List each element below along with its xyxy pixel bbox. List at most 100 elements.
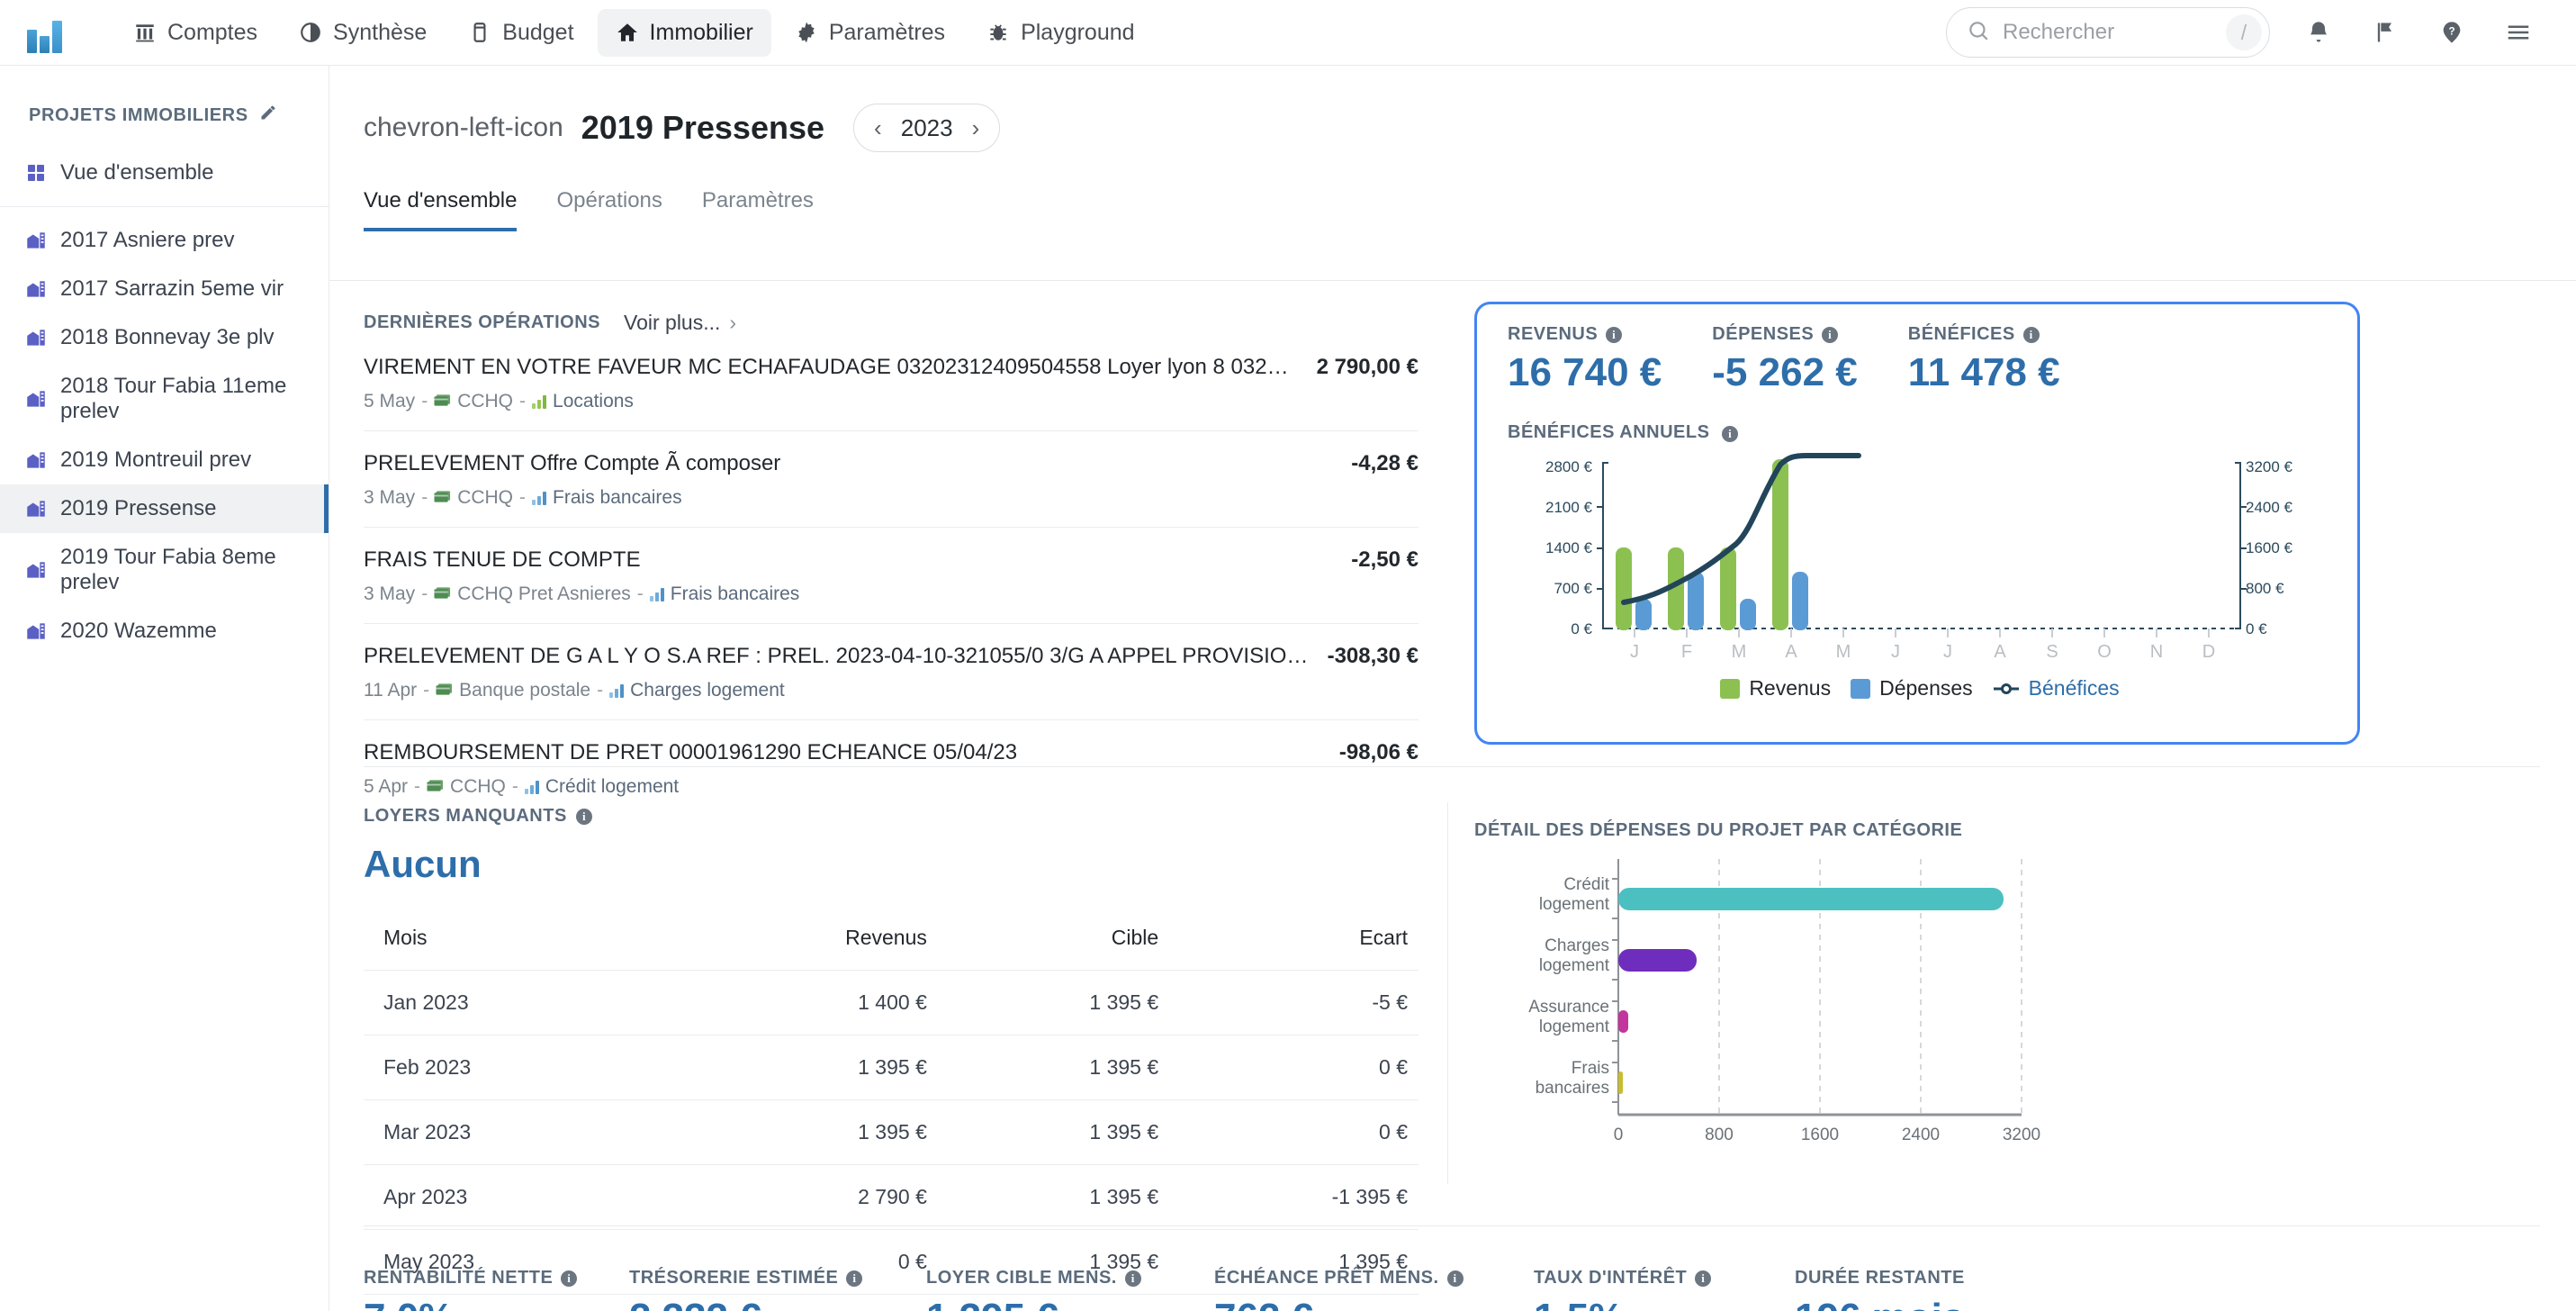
nav-item-budget[interactable]: Budget: [450, 9, 591, 57]
sidebar-item-label: 2017 Asniere prev: [60, 228, 234, 253]
tab-parametres[interactable]: Paramètres: [702, 188, 814, 231]
missing-rents-header: LOYERS MANQUANTS i: [364, 806, 1419, 827]
svg-text:logement: logement: [1539, 895, 1610, 914]
bar-credit-logement: [1618, 888, 2004, 910]
building-icon: [23, 448, 48, 473]
legend-item-benefices[interactable]: Bénéfices: [1993, 676, 2120, 701]
chevron-left-icon[interactable]: chevron-left-icon: [364, 114, 563, 141]
year-next-button[interactable]: ›: [972, 114, 980, 142]
kpi-tresorerie-estimee: TRÉSORERIE ESTIMÉE i 2 333 €: [629, 1268, 926, 1311]
sidebar-item-2018-bonnevay-3e-plv[interactable]: 2018 Bonnevay 3e plv: [0, 313, 329, 362]
meta-dash: -: [512, 776, 518, 798]
svg-text:700 €: 700 €: [1554, 580, 1592, 597]
bar-assurance-logement: [1618, 1010, 1628, 1033]
sidebar-item-label: 2018 Bonnevay 3e plv: [60, 325, 275, 350]
nav-item-playground[interactable]: Playground: [968, 9, 1152, 57]
operation-row[interactable]: REMBOURSEMENT DE PRET 00001961290 ECHEAN…: [364, 720, 1419, 816]
operation-row[interactable]: FRAIS TENUE DE COMPTE -2,50 € 3 May - CC…: [364, 528, 1419, 624]
svg-text:Crédit: Crédit: [1563, 875, 1609, 894]
operation-top: FRAIS TENUE DE COMPTE -2,50 €: [364, 547, 1419, 573]
category-bars-icon: [609, 684, 624, 698]
sidebar-item-label: 2019 Montreuil prev: [60, 448, 251, 473]
sidebar-item-2017-asniere-prev[interactable]: 2017 Asniere prev: [0, 216, 329, 265]
operation-row[interactable]: PRELEVEMENT Offre Compte Ã composer -4,2…: [364, 431, 1419, 528]
annual-benefits-chart: 2800 € 2100 € 1400 € 700 € 0 € 3200 € 24…: [1477, 443, 2363, 713]
info-icon[interactable]: i: [1125, 1270, 1141, 1287]
info-icon[interactable]: i: [576, 809, 592, 825]
sidebar-item-2019-montreuil-prev[interactable]: 2019 Montreuil prev: [0, 436, 329, 484]
info-icon[interactable]: i: [2023, 327, 2040, 343]
operation-account: CCHQ: [457, 391, 513, 412]
gear-icon: [795, 21, 818, 44]
info-icon[interactable]: i: [1447, 1270, 1464, 1287]
app-logo[interactable]: [27, 12, 68, 53]
operation-category: Charges logement: [630, 680, 785, 701]
legend-item-revenus[interactable]: Revenus: [1720, 676, 1831, 701]
sidebar-item-2020-wazemme[interactable]: 2020 Wazemme: [0, 607, 329, 656]
svg-text:J: J: [1891, 642, 1900, 662]
year-prev-button[interactable]: ‹: [874, 114, 882, 142]
svg-text:A: A: [1994, 642, 2006, 662]
meta-dash: -: [637, 583, 644, 605]
stat-label: DÉPENSES i: [1712, 324, 1857, 345]
sidebar-item-2019-pressense[interactable]: 2019 Pressense: [0, 484, 329, 533]
nav-item-parametres[interactable]: Paramètres: [777, 9, 963, 57]
building-icon: [23, 387, 48, 411]
cell-revenus: 1 395 €: [674, 1100, 938, 1165]
kpi-label-text: RENTABILITÉ NETTE: [364, 1268, 553, 1288]
pencil-icon[interactable]: [259, 104, 277, 127]
section-label: LOYERS MANQUANTS: [364, 806, 567, 827]
see-more-label: Voir plus...: [624, 311, 720, 334]
svg-text:800 €: 800 €: [2246, 580, 2284, 597]
annual-chart-legend: Revenus Dépenses Bénéfices: [1477, 676, 2363, 701]
legend-label: Revenus: [1749, 676, 1831, 701]
operation-row[interactable]: VIREMENT EN VOTRE FAVEUR MC ECHAFAUDAGE …: [364, 335, 1419, 431]
info-icon[interactable]: i: [1606, 327, 1622, 343]
sidebar-item-2018-tour-fabia-11eme-prelev[interactable]: 2018 Tour Fabia 11eme prelev: [0, 362, 329, 436]
info-icon[interactable]: i: [1695, 1270, 1711, 1287]
svg-text:3200 €: 3200 €: [2246, 458, 2293, 475]
tab-operations[interactable]: Opérations: [556, 188, 662, 231]
cell-ecart: 0 €: [1169, 1100, 1419, 1165]
info-icon[interactable]: i: [1822, 327, 1838, 343]
svg-text:800: 800: [1705, 1126, 1734, 1144]
page-title: 2019 Pressense: [581, 109, 824, 147]
nav-item-immobilier[interactable]: Immobilier: [598, 9, 771, 57]
svg-text:1600: 1600: [1801, 1126, 1839, 1144]
sidebar-item-vue-densemble[interactable]: Vue d'ensemble: [0, 149, 329, 197]
sidebar-item-2017-sarrazin-5eme-vir[interactable]: 2017 Sarrazin 5eme vir: [0, 265, 329, 313]
operation-account: Banque postale: [459, 680, 590, 701]
operation-meta: 5 Apr - CCHQ - Crédit logement: [364, 776, 1419, 798]
search-input[interactable]: Rechercher /: [1946, 7, 2270, 58]
info-icon[interactable]: i: [846, 1270, 862, 1287]
operation-label: PRELEVEMENT DE G A L Y O S.A REF : PREL.…: [364, 644, 1311, 669]
legend-line-marker-icon: [1993, 676, 2020, 701]
cell-ecart: -5 €: [1169, 971, 1419, 1035]
search-shortcut-badge: /: [2226, 14, 2262, 50]
info-icon[interactable]: i: [1722, 426, 1738, 442]
menu-icon[interactable]: [2500, 14, 2536, 50]
operation-amount: -98,06 €: [1339, 740, 1419, 765]
svg-text:2800 €: 2800 €: [1545, 458, 1593, 475]
svg-text:Assurance: Assurance: [1528, 998, 1609, 1017]
flag-icon[interactable]: [2367, 14, 2403, 50]
summary-card: REVENUS i 16 740 € DÉPENSES i -5 262 € B…: [1474, 302, 2360, 745]
svg-text:logement: logement: [1539, 1017, 1610, 1036]
help-icon[interactable]: ?: [2434, 14, 2470, 50]
info-icon[interactable]: i: [561, 1270, 577, 1287]
svg-text:?: ?: [2448, 25, 2454, 37]
legend-item-depenses[interactable]: Dépenses: [1851, 676, 1973, 701]
nav-item-synthese[interactable]: Synthèse: [281, 9, 445, 57]
sidebar-item-label: 2019 Pressense: [60, 496, 216, 521]
x-tick-labels: 08001600 24003200: [1614, 1126, 2040, 1144]
category-expenses-section: DÉTAIL DES DÉPENSES DU PROJET PAR CATÉGO…: [1474, 820, 2360, 1179]
see-more-link[interactable]: Voir plus...›: [624, 311, 736, 335]
nav-item-comptes[interactable]: Comptes: [115, 9, 275, 57]
x-axis: [1635, 628, 2209, 637]
operation-row[interactable]: PRELEVEMENT DE G A L Y O S.A REF : PREL.…: [364, 624, 1419, 720]
tab-vue-densemble[interactable]: Vue d'ensemble: [364, 188, 517, 231]
cell-revenus: 2 790 €: [674, 1165, 938, 1230]
svg-text:Frais: Frais: [1572, 1059, 1609, 1078]
bell-icon[interactable]: [2301, 14, 2337, 50]
sidebar-item-2019-tour-fabia-8eme-prelev[interactable]: 2019 Tour Fabia 8eme prelev: [0, 533, 329, 607]
